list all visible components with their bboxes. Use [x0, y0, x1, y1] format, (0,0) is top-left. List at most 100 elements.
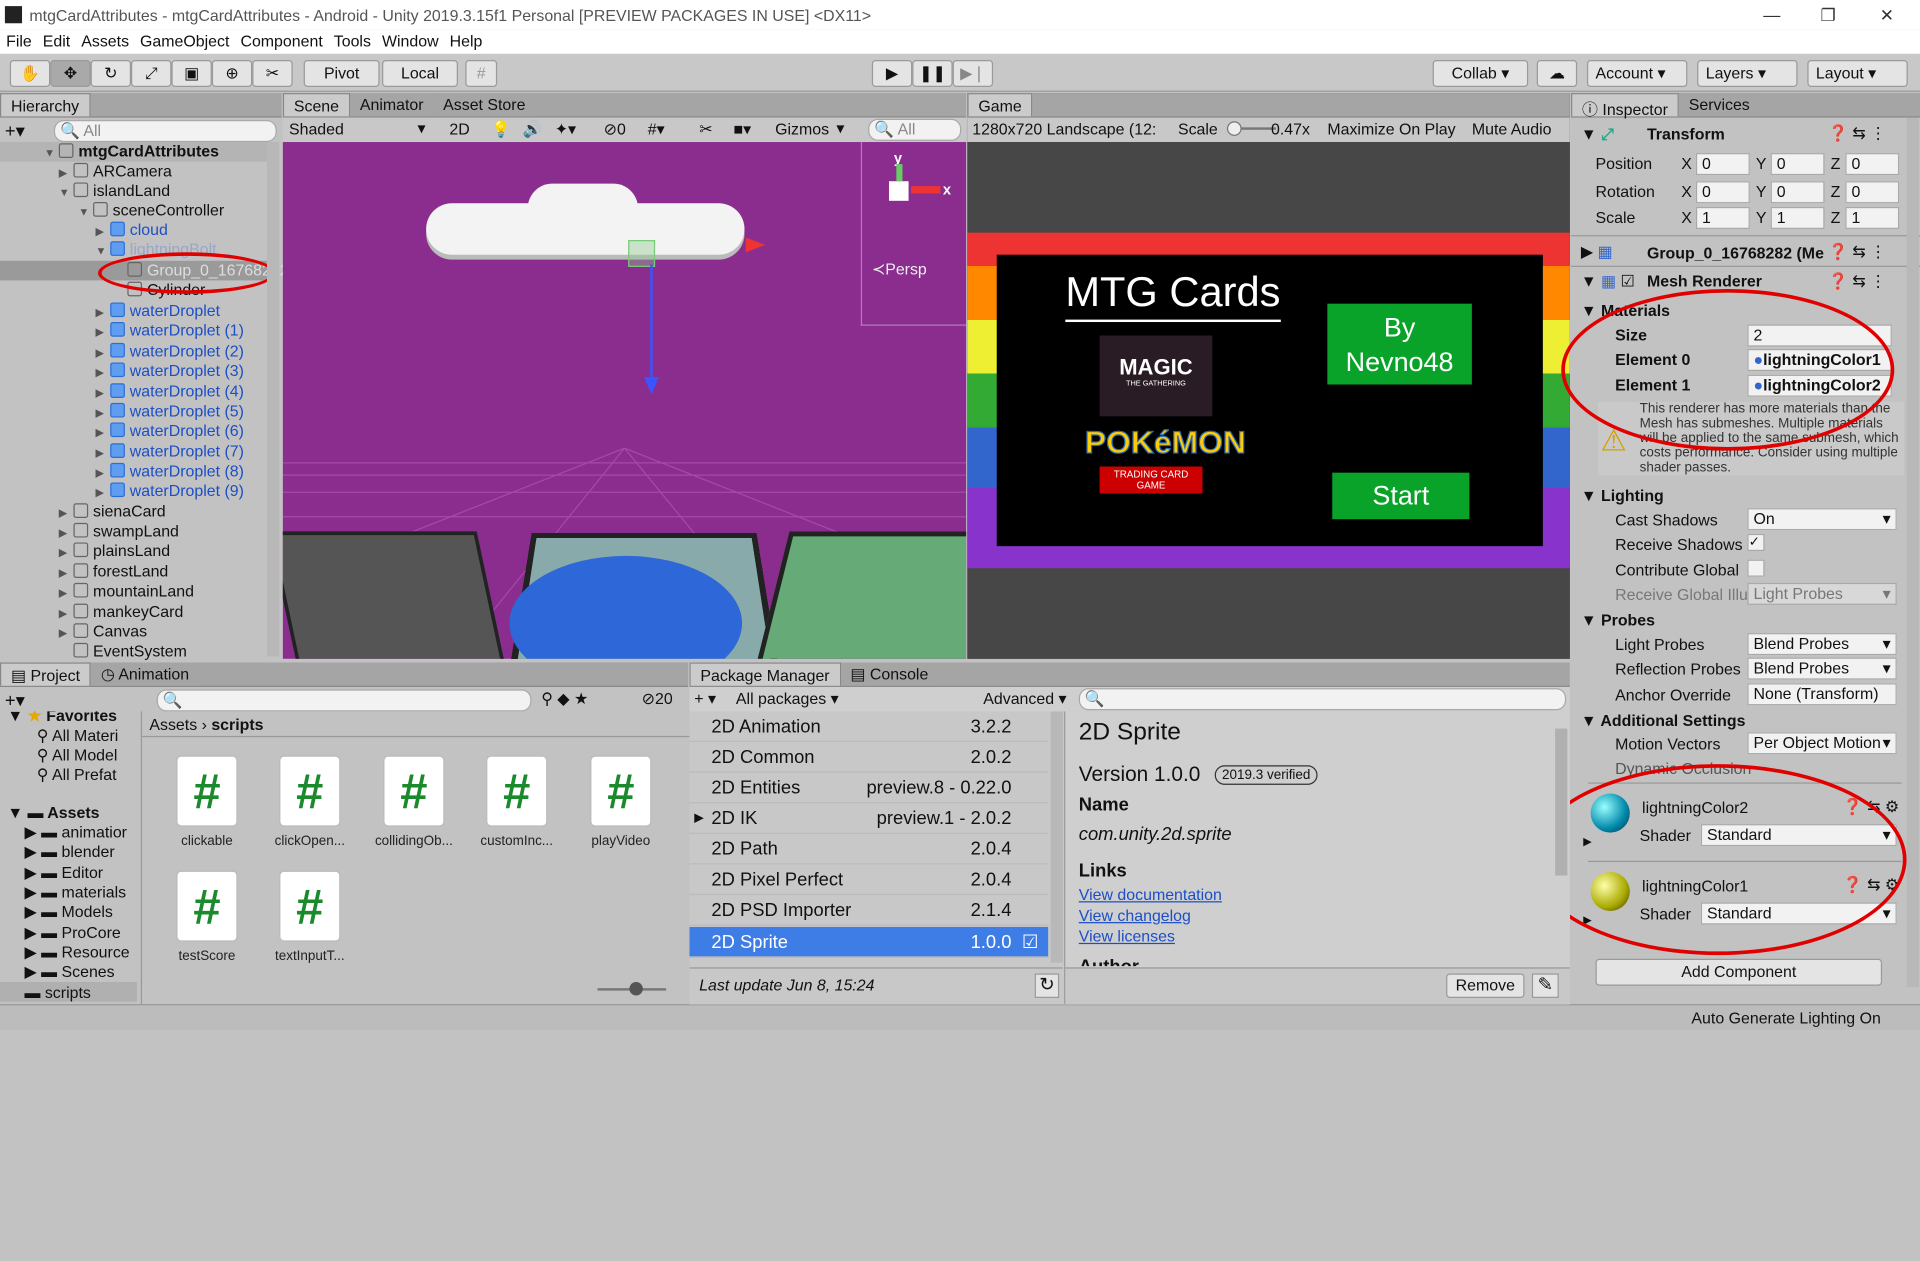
gizmos-dropdown[interactable]: Gizmos [775, 120, 829, 138]
menu-component[interactable]: Component [234, 29, 327, 53]
favorite-item[interactable]: ⚲ All Materi [37, 726, 119, 746]
position-y-field[interactable]: 0 [1770, 153, 1825, 176]
transform-foldout[interactable]: ▼ ⤢ [1581, 125, 1614, 145]
hierarchy-item[interactable]: ▶ waterDroplet (8) [96, 462, 244, 482]
additional-settings-foldout[interactable]: ▼ Additional Settings [1581, 711, 1746, 729]
lighting-foldout[interactable]: ▼ Lighting [1581, 486, 1664, 504]
hidden-objects-icon[interactable]: ⊘0 [604, 120, 626, 140]
favorite-item[interactable]: ⚲ All Model [37, 746, 118, 766]
audio-toggle-icon[interactable]: 🔊 [523, 120, 543, 140]
card-object[interactable] [282, 531, 506, 659]
script-file-icon[interactable]: # [279, 755, 341, 827]
lighting-toggle-icon[interactable]: 💡 [491, 120, 511, 140]
play-button[interactable]: ▶ [871, 60, 913, 87]
hierarchy-item[interactable]: ▶ waterDroplet (5) [96, 402, 244, 422]
step-button[interactable]: ▶❘ [952, 60, 994, 87]
favorites-header[interactable]: ▼ ★ Favorites [7, 711, 117, 726]
scene-search-input[interactable]: 🔍 All [868, 118, 962, 141]
menu-file[interactable]: File [0, 29, 37, 53]
anchor-override-field[interactable]: None (Transform) [1747, 683, 1897, 706]
script-file-icon[interactable]: # [279, 870, 341, 942]
scene-gizmo[interactable]: y x ≺Persp [860, 142, 967, 326]
gizmo-y-axis[interactable] [896, 164, 903, 182]
menu-edit[interactable]: Edit [37, 29, 75, 53]
folder-item[interactable]: ▶ ▬ Models [24, 902, 112, 922]
script-file-icon[interactable]: # [383, 755, 445, 827]
expand-icon[interactable]: ▶ [694, 803, 703, 834]
licenses-link[interactable]: View licenses [1079, 927, 1175, 945]
hierarchy-item[interactable]: ▶ waterDroplet (1) [96, 321, 244, 341]
selection-handle[interactable] [628, 240, 656, 267]
2d-toggle[interactable]: 2D [449, 120, 469, 138]
filter-icons[interactable]: ⚲ ◆ ★ [541, 689, 588, 709]
account-dropdown[interactable]: Account ▾ [1586, 60, 1688, 87]
help-icon[interactable]: ❓ ⇆ ⋮ [1828, 242, 1886, 262]
mute-audio-toggle[interactable]: Mute Audio [1472, 120, 1552, 138]
folder-item[interactable]: ▶ ▬ Scenes [24, 962, 114, 982]
game-viewport[interactable]: MTG Cards By Nevno48 MAGIC THE GATHERING … [967, 142, 1570, 659]
scene-viewport[interactable]: y x ≺Persp [282, 142, 967, 659]
hierarchy-search-input[interactable]: 🔍 All [53, 120, 277, 143]
resolution-dropdown[interactable]: 1280x720 Landscape (12: [972, 120, 1158, 138]
scale-x-field[interactable]: 1 [1695, 206, 1750, 229]
effects-icon[interactable]: ✦▾ [555, 120, 576, 140]
hierarchy-item[interactable]: ▶ mankeyCard [59, 602, 184, 622]
collab-button[interactable]: Collab ▾ [1432, 60, 1529, 87]
documentation-link[interactable]: View documentation [1079, 885, 1222, 903]
receive-gi-dropdown[interactable]: Light Probes ▾ [1747, 582, 1897, 605]
reflection-probes-dropdown[interactable]: Blend Probes ▾ [1747, 657, 1897, 680]
start-button[interactable]: Start [1332, 472, 1470, 520]
package-row[interactable]: 2D Common 2.0.2 [689, 742, 1049, 773]
tab-console[interactable]: ▤ Console [840, 662, 939, 686]
hidden-packages-icon[interactable]: ⊘20 [642, 689, 673, 709]
hierarchy-item[interactable]: ▶ waterDroplet (4) [96, 382, 244, 402]
maximize-on-play-toggle[interactable]: Maximize On Play [1327, 120, 1455, 138]
package-filter-dropdown[interactable]: All packages ▾ [736, 689, 839, 709]
folder-item[interactable]: ▶ ▬ materials [24, 883, 126, 903]
tab-scene[interactable]: Scene [282, 93, 351, 117]
close-button[interactable]: ✕ [1859, 0, 1915, 29]
menu-assets[interactable]: Assets [75, 29, 134, 53]
package-search-input[interactable]: 🔍 [1078, 688, 1567, 711]
hierarchy-item[interactable]: ▶ waterDroplet (2) [96, 342, 244, 362]
script-file-icon[interactable]: # [176, 870, 238, 942]
custom-tool-icon[interactable]: ✂ [252, 60, 293, 87]
assets-folder[interactable]: ▼ ▬ Assets [7, 803, 99, 821]
hierarchy-item[interactable]: ▶ Canvas [59, 622, 147, 642]
remove-button[interactable]: Remove [1446, 973, 1525, 998]
hand-tool-icon[interactable]: ✋ [9, 60, 51, 87]
group-foldout-icon[interactable]: ▶ ▦ [1581, 242, 1613, 262]
transform-tool-icon[interactable]: ⊕ [211, 60, 253, 87]
project-search-input[interactable]: 🔍 [156, 689, 532, 712]
folder-item-selected[interactable]: ▬ scripts [24, 983, 90, 1001]
script-file-icon[interactable]: # [176, 755, 238, 827]
pause-button[interactable]: ❚❚ [912, 60, 953, 87]
help-icon[interactable]: ❓ ⇆ ⋮ [1828, 272, 1886, 292]
folder-item[interactable]: ▶ ▬ blender [24, 842, 114, 862]
scale-slider-handle[interactable] [1226, 121, 1242, 136]
minimize-button[interactable]: — [1744, 0, 1800, 29]
mesh-renderer-foldout-icon[interactable]: ▼ ▦ ☑ [1581, 272, 1635, 292]
hierarchy-item[interactable]: ▶ waterDroplet (9) [96, 481, 244, 501]
receive-shadows-checkbox[interactable]: ✓ [1747, 533, 1765, 552]
icon-size-slider-handle[interactable] [629, 982, 643, 996]
hierarchy-item[interactable]: ▼ sceneController [78, 201, 224, 221]
rotation-x-field[interactable]: 0 [1695, 181, 1750, 204]
create-icon[interactable]: +▾ [5, 120, 25, 142]
hierarchy-item[interactable]: ▶ mountainLand [59, 582, 194, 602]
menu-window[interactable]: Window [376, 29, 444, 53]
pivot-button[interactable]: Pivot [303, 60, 380, 87]
tab-animator[interactable]: Animator [350, 93, 434, 117]
hierarchy-item[interactable]: ▶ waterDroplet [96, 301, 221, 321]
add-component-button[interactable]: Add Component [1595, 958, 1883, 986]
detail-scrollbar[interactable] [1555, 728, 1568, 876]
position-z-field[interactable]: 0 [1845, 153, 1900, 176]
cast-shadows-dropdown[interactable]: On ▾ [1747, 508, 1897, 531]
advanced-dropdown[interactable]: Advanced ▾ [983, 689, 1066, 709]
scale-z-field[interactable]: 1 [1845, 206, 1900, 229]
hierarchy-item[interactable]: ▶ cloud [96, 220, 168, 240]
tab-inspector[interactable]: ⓘ Inspector [1571, 93, 1679, 119]
hierarchy-item[interactable]: ▶ swampLand [59, 522, 179, 542]
hierarchy-item[interactable]: ▶ forestLand [59, 562, 169, 582]
rotate-tool-icon[interactable]: ↻ [90, 60, 132, 87]
